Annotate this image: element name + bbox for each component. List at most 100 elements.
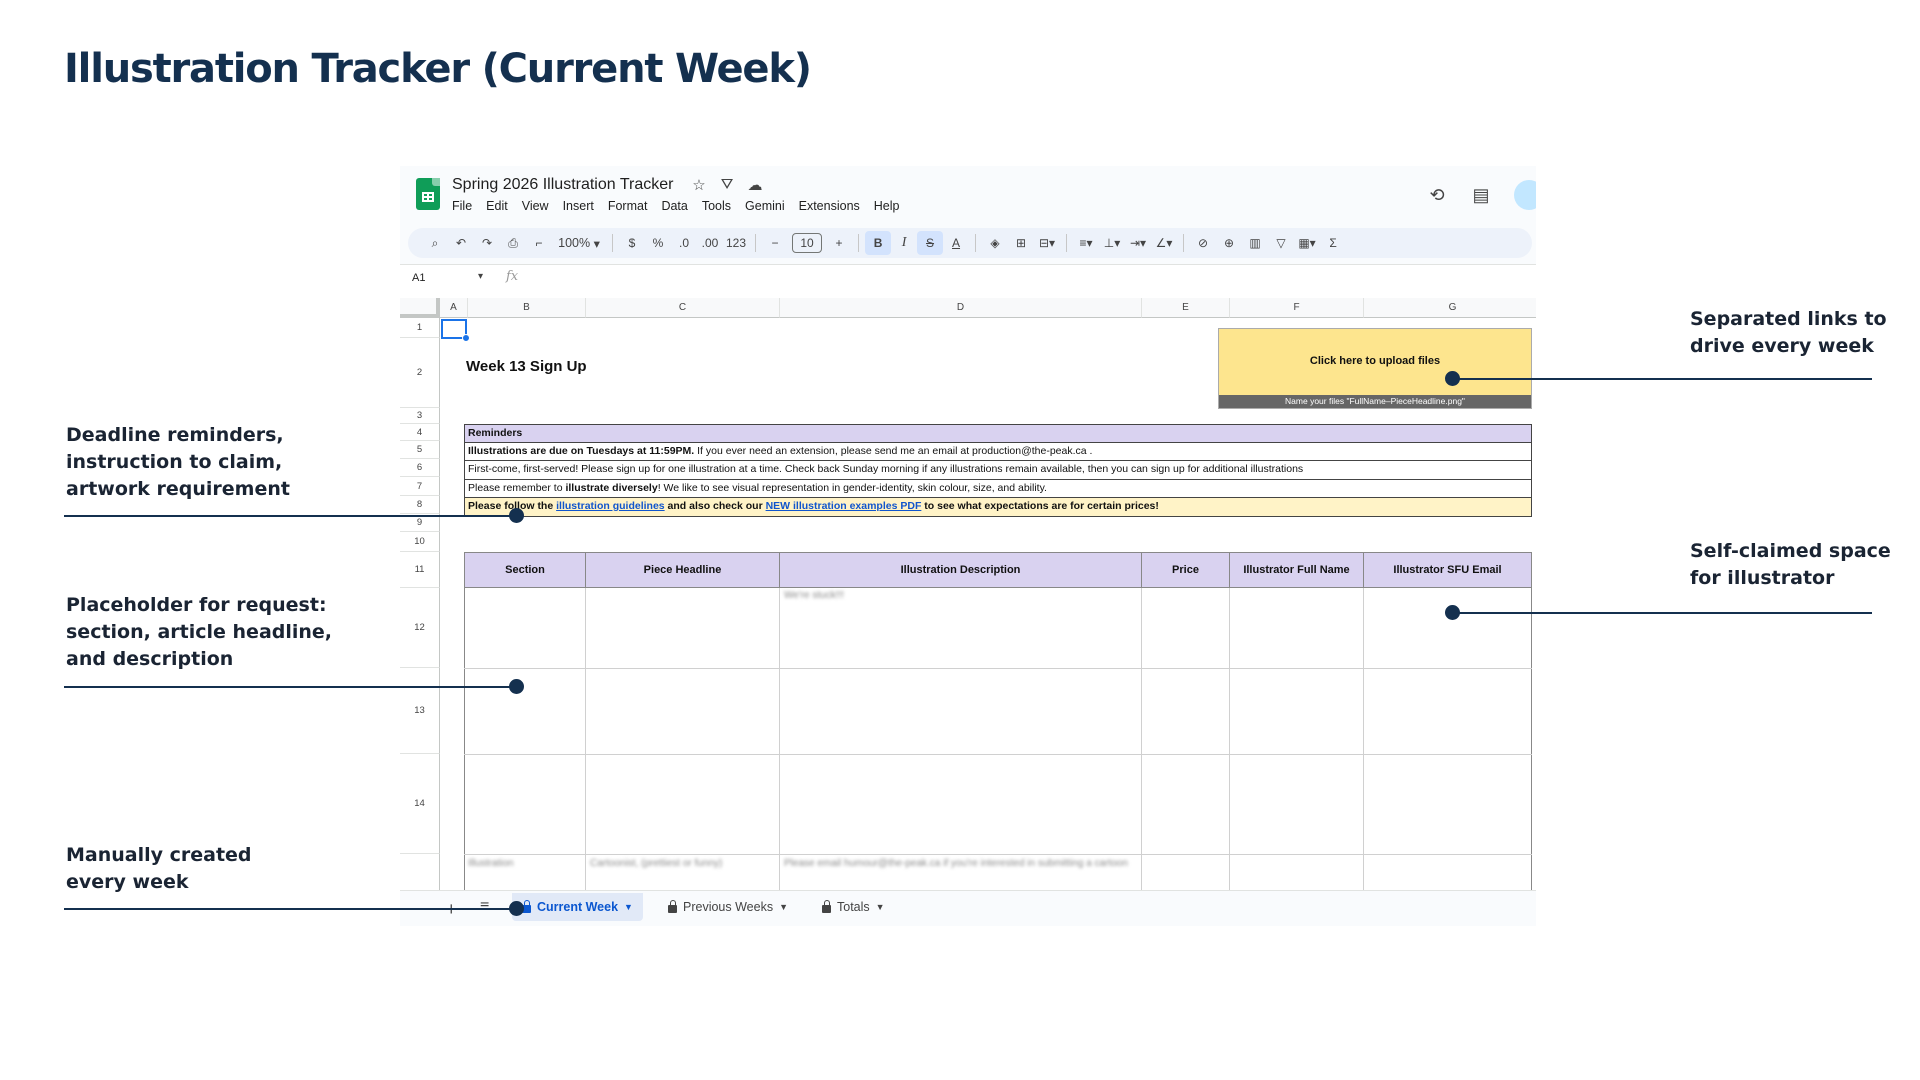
column-header-g[interactable]: G	[1364, 298, 1536, 318]
insert-chart-icon[interactable]: ▥	[1242, 231, 1268, 255]
column-header-e[interactable]: E	[1142, 298, 1230, 318]
menu-extensions[interactable]: Extensions	[799, 199, 860, 213]
italic-button[interactable]: I	[891, 231, 917, 255]
reminder-diversity[interactable]: Please remember to illustrate diversely!…	[464, 479, 1532, 498]
row-header-15[interactable]	[400, 854, 440, 892]
menu-format[interactable]: Format	[608, 199, 648, 213]
horizontal-align-icon[interactable]: ≡▾	[1073, 231, 1099, 255]
functions-icon[interactable]: Σ	[1320, 231, 1346, 255]
row-header-12[interactable]: 12	[400, 588, 440, 668]
filter-icon[interactable]: ▽	[1268, 231, 1294, 255]
annotation-links: Separated links to drive every week	[1690, 306, 1887, 360]
illustration-guidelines-link[interactable]: illustration guidelines	[556, 500, 665, 512]
paint-format-icon[interactable]: ⌐	[526, 231, 552, 255]
text-color-button[interactable]: A	[943, 231, 969, 255]
name-box[interactable]: A1	[412, 272, 472, 284]
all-sheets-menu-icon[interactable]: ≡	[480, 898, 489, 916]
row-header-14[interactable]: 14	[400, 754, 440, 854]
chevron-down-icon[interactable]: ▼	[779, 902, 788, 912]
select-all-corner[interactable]	[400, 298, 440, 318]
sheets-topbar: Spring 2026 Illustration Tracker ☆ ⛛ ☁ F…	[400, 166, 1536, 222]
row-header-4[interactable]: 4	[400, 424, 440, 441]
reminder-first-come[interactable]: First-come, first-served! Please sign up…	[464, 461, 1532, 480]
row-header-1[interactable]: 1	[400, 318, 440, 338]
undo-icon[interactable]: ↶	[448, 231, 474, 255]
search-icon[interactable]: ⌕	[422, 231, 448, 255]
strikethrough-button[interactable]: S	[917, 231, 944, 255]
font-size-decrease-button[interactable]: −	[762, 231, 788, 255]
text-rotation-icon[interactable]: ∠▾	[1151, 231, 1177, 255]
table-row	[464, 854, 1532, 855]
bold-button[interactable]: B	[865, 231, 892, 255]
menu-data[interactable]: Data	[661, 199, 687, 213]
chevron-down-icon[interactable]: ▼	[876, 902, 885, 912]
menu-gemini[interactable]: Gemini	[745, 199, 785, 213]
week-title[interactable]: Week 13 Sign Up	[466, 358, 587, 375]
merge-cells-icon[interactable]: ⊟▾	[1034, 231, 1060, 255]
row-header-3[interactable]: 3	[400, 408, 440, 424]
upload-files-link[interactable]: Click here to upload files Name your fil…	[1218, 328, 1532, 409]
redo-icon[interactable]: ↷	[474, 231, 500, 255]
star-icon[interactable]: ☆	[690, 176, 708, 194]
menu-help[interactable]: Help	[874, 199, 900, 213]
column-header-a[interactable]: A	[440, 298, 468, 318]
percent-button[interactable]: %	[645, 231, 671, 255]
text-wrap-icon[interactable]: ⇥▾	[1125, 231, 1151, 255]
version-history-icon[interactable]: ⟲	[1426, 184, 1448, 206]
reminder-deadline[interactable]: Illustrations are due on Tuesdays at 11:…	[464, 442, 1532, 461]
row-header-2[interactable]: 2	[400, 338, 440, 408]
chevron-down-icon[interactable]: ▼	[624, 902, 633, 912]
font-size-input[interactable]: 10	[792, 233, 823, 253]
selected-cell-a1[interactable]	[441, 319, 470, 342]
sheets-logo-icon[interactable]	[416, 178, 440, 210]
header-illustrator-full-name[interactable]: Illustrator Full Name	[1230, 552, 1364, 588]
header-price[interactable]: Price	[1142, 552, 1230, 588]
header-section[interactable]: Section	[464, 552, 586, 588]
tab-current-week[interactable]: Current Week ▼	[512, 893, 643, 921]
row-header-10[interactable]: 10	[400, 532, 440, 552]
cloud-status-icon[interactable]: ☁	[746, 176, 764, 194]
menu-edit[interactable]: Edit	[486, 199, 508, 213]
move-to-drive-icon[interactable]: ⛛	[718, 176, 736, 194]
header-illustrator-sfu-email[interactable]: Illustrator SFU Email	[1364, 552, 1532, 588]
row-header-13[interactable]: 13	[400, 668, 440, 754]
header-illustration-description[interactable]: Illustration Description	[780, 552, 1142, 588]
annotation-dot	[509, 901, 524, 916]
currency-button[interactable]: $	[619, 231, 645, 255]
menu-view[interactable]: View	[522, 199, 549, 213]
menu-insert[interactable]: Insert	[563, 199, 594, 213]
row-header-7[interactable]: 7	[400, 477, 440, 496]
avatar[interactable]	[1514, 180, 1536, 210]
zoom-select[interactable]: 100% ▾	[552, 231, 606, 255]
row-header-5[interactable]: 5	[400, 441, 440, 459]
increase-decimal-button[interactable]: .00	[697, 231, 723, 255]
menu-file[interactable]: File	[452, 199, 472, 213]
header-piece-headline[interactable]: Piece Headline	[586, 552, 780, 588]
comments-icon[interactable]: ▤	[1470, 184, 1492, 206]
document-title[interactable]: Spring 2026 Illustration Tracker	[452, 176, 673, 194]
borders-icon[interactable]: ⊞	[1008, 231, 1034, 255]
row-header-8[interactable]: 8	[400, 496, 440, 514]
print-icon[interactable]: ⎙	[500, 231, 526, 255]
column-header-c[interactable]: C	[586, 298, 780, 318]
menu-tools[interactable]: Tools	[702, 199, 731, 213]
insert-comment-icon[interactable]: ⊕	[1216, 231, 1242, 255]
vertical-align-icon[interactable]: ⊥▾	[1099, 231, 1125, 255]
reminder-guidelines[interactable]: Please follow the illustration guideline…	[464, 498, 1532, 517]
column-header-f[interactable]: F	[1230, 298, 1364, 318]
font-size-increase-button[interactable]: +	[826, 231, 852, 255]
row-header-6[interactable]: 6	[400, 459, 440, 477]
insert-link-icon[interactable]: ⊘	[1190, 231, 1216, 255]
decrease-decimal-button[interactable]: .0	[671, 231, 697, 255]
row-header-11[interactable]: 11	[400, 552, 440, 588]
reminders-header[interactable]: Reminders	[464, 424, 1532, 443]
fill-color-icon[interactable]: ◈	[982, 231, 1008, 255]
number-format-button[interactable]: 123	[723, 231, 749, 255]
illustration-examples-link[interactable]: NEW illustration examples PDF	[766, 500, 922, 512]
filter-views-icon[interactable]: ▦▾	[1294, 231, 1320, 255]
tab-previous-weeks[interactable]: Previous Weeks ▼	[658, 893, 798, 921]
column-header-d[interactable]: D	[780, 298, 1142, 318]
chevron-down-icon[interactable]: ▾	[478, 271, 483, 282]
tab-totals[interactable]: Totals ▼	[812, 893, 895, 921]
column-header-b[interactable]: B	[468, 298, 586, 318]
